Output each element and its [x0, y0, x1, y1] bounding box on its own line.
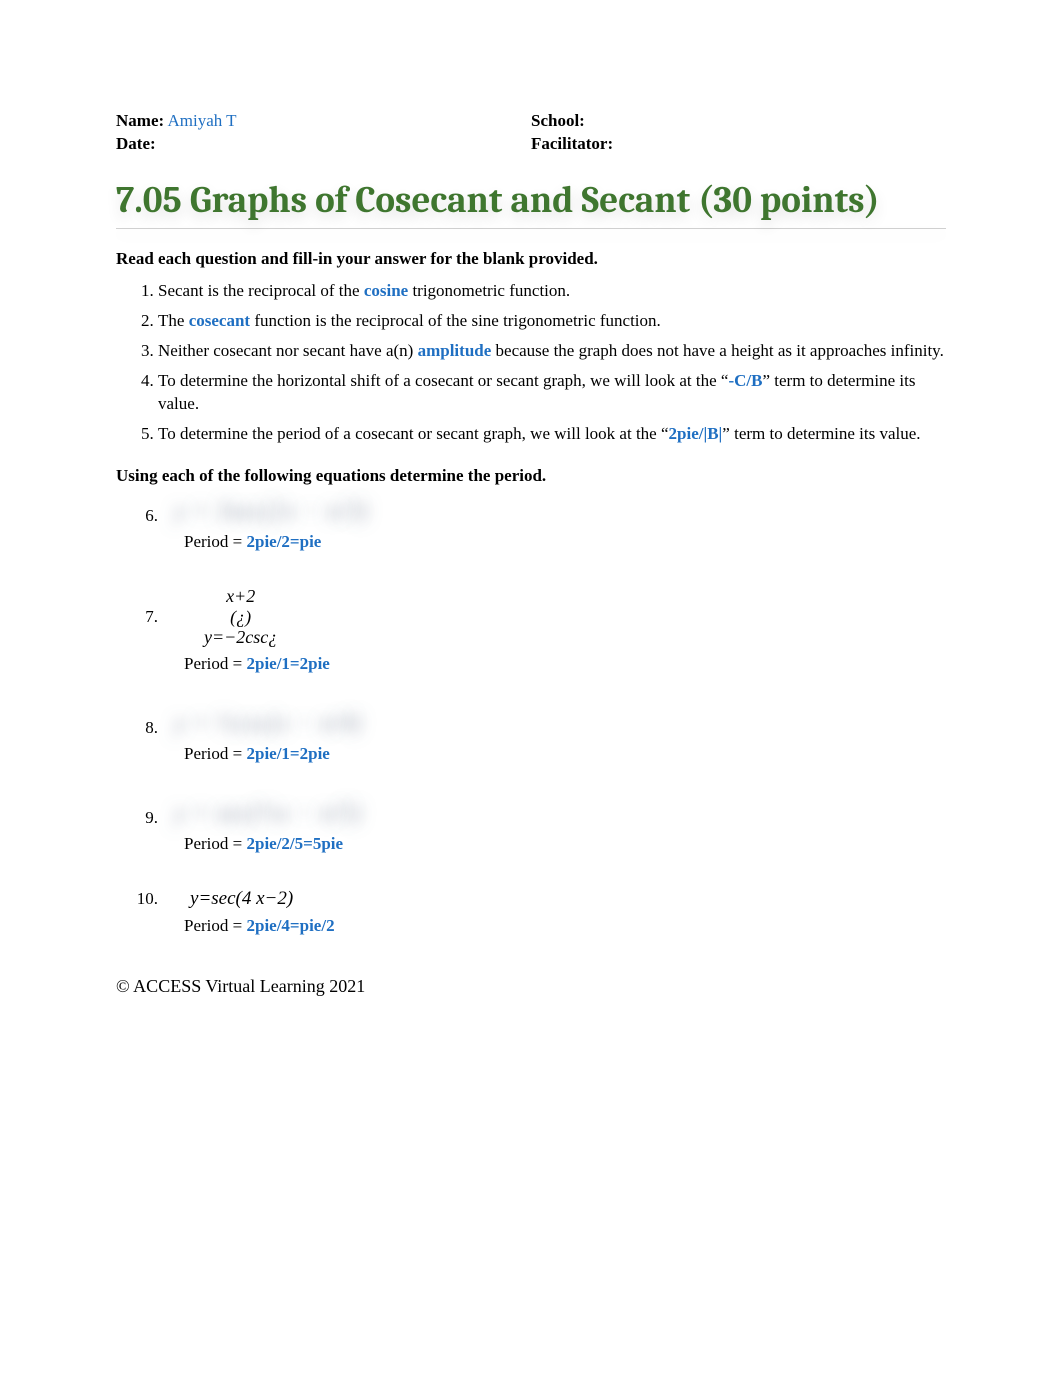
question-number: 10. — [116, 889, 170, 909]
period-line: Period = 2pie/1=2pie — [184, 654, 946, 674]
period-line: Period = 2pie/4=pie/2 — [184, 916, 946, 936]
question-10: 10. y=sec(4 x−2) Period = 2pie/4=pie/2 — [116, 888, 946, 936]
date-line: Date: — [116, 133, 531, 156]
fill-in-answer: -C/B — [728, 371, 762, 390]
fill-in-list: Secant is the reciprocal of the cosine t… — [116, 279, 946, 446]
period-label: Period = — [184, 916, 246, 935]
period-line: Period = 2pie/2=pie — [184, 532, 946, 552]
fill-in-post: function is the reciprocal of the sine t… — [250, 311, 661, 330]
name-label: Name: — [116, 111, 164, 130]
question-row: 6. y = 3sec(2x − π/3) — [116, 496, 946, 526]
question-7: 7. x+2 (¿) y=−2csc¿ Period = 2pie/1=2pie — [116, 586, 946, 674]
name-value: Amiyah T — [167, 111, 236, 130]
eq-bot: y=−2csc¿ — [204, 627, 277, 648]
school-line: School: — [531, 110, 946, 133]
header-right: School: Facilitator: — [531, 110, 946, 156]
eq-mid: (¿) — [204, 607, 277, 628]
instruction-1: Read each question and fill-in your answ… — [116, 249, 946, 269]
fill-in-answer: amplitude — [418, 341, 492, 360]
period-answer: 2pie/1=2pie — [246, 654, 329, 673]
fill-in-answer: 2pie/|B| — [669, 424, 723, 443]
header-row: Name: Amiyah T Date: School: Facilitator… — [116, 110, 946, 156]
name-line: Name: Amiyah T — [116, 110, 531, 133]
question-row: 8. y = ½csc(x − π/4) — [116, 708, 946, 738]
question-6: 6. y = 3sec(2x − π/3) Period = 2pie/2=pi… — [116, 496, 946, 552]
fill-in-post: ” term to determine its value. — [722, 424, 920, 443]
fill-in-item-1: Secant is the reciprocal of the cosine t… — [158, 279, 946, 303]
header-left: Name: Amiyah T Date: — [116, 110, 531, 156]
fill-in-item-4: To determine the horizontal shift of a c… — [158, 369, 946, 417]
fill-in-item-2: The cosecant function is the reciprocal … — [158, 309, 946, 333]
period-answer: 2pie/2/5=5pie — [246, 834, 343, 853]
fill-in-pre: Secant is the reciprocal of the — [158, 281, 364, 300]
title-underline — [116, 228, 946, 229]
fill-in-pre: The — [158, 311, 189, 330]
period-label: Period = — [184, 834, 246, 853]
period-answer: 2pie/2=pie — [246, 532, 321, 551]
period-label: Period = — [184, 744, 246, 763]
fill-in-post: because the graph does not have a height… — [491, 341, 944, 360]
question-row: 10. y=sec(4 x−2) — [116, 888, 946, 910]
blurred-equation: y = ½csc(x − π/4) — [174, 708, 361, 738]
question-8: 8. y = ½csc(x − π/4) Period = 2pie/1=2pi… — [116, 708, 946, 764]
instruction-2: Using each of the following equations de… — [116, 466, 946, 486]
document-page: Name: Amiyah T Date: School: Facilitator… — [0, 0, 1062, 1037]
fill-in-pre: To determine the period of a cosecant or… — [158, 424, 669, 443]
eq-top: x+2 — [204, 586, 277, 607]
question-row: 7. x+2 (¿) y=−2csc¿ — [116, 586, 946, 648]
period-answer: 2pie/4=pie/2 — [246, 916, 334, 935]
page-title: 7.05 Graphs of Cosecant and Secant (30 p… — [116, 178, 946, 224]
facilitator-line: Facilitator: — [531, 133, 946, 156]
equation-text: y=sec(4 x−2) — [190, 888, 293, 910]
period-label: Period = — [184, 654, 246, 673]
equation-stack: x+2 (¿) y=−2csc¿ — [204, 586, 277, 648]
question-row: 9. y = sec(⅔x − π/5) — [116, 798, 946, 828]
period-label: Period = — [184, 532, 246, 551]
period-line: Period = 2pie/2/5=5pie — [184, 834, 946, 854]
copyright-footer: © ACCESS Virtual Learning 2021 — [116, 976, 946, 997]
period-answer: 2pie/1=2pie — [246, 744, 329, 763]
fill-in-answer: cosine — [364, 281, 408, 300]
school-label: School: — [531, 111, 585, 130]
question-number: 9. — [116, 808, 170, 828]
blurred-equation: y = sec(⅔x − π/5) — [174, 798, 361, 828]
question-number: 7. — [116, 607, 170, 627]
fill-in-item-3: Neither cosecant nor secant have a(n) am… — [158, 339, 946, 363]
fill-in-post: trigonometric function. — [408, 281, 570, 300]
fill-in-item-5: To determine the period of a cosecant or… — [158, 422, 946, 446]
question-number: 8. — [116, 718, 170, 738]
question-9: 9. y = sec(⅔x − π/5) Period = 2pie/2/5=5… — [116, 798, 946, 854]
fill-in-answer: cosecant — [189, 311, 250, 330]
date-label: Date: — [116, 134, 156, 153]
fill-in-pre: Neither cosecant nor secant have a(n) — [158, 341, 418, 360]
facilitator-label: Facilitator: — [531, 134, 613, 153]
blurred-equation: y = 3sec(2x − π/3) — [174, 496, 368, 526]
period-line: Period = 2pie/1=2pie — [184, 744, 946, 764]
question-number: 6. — [116, 506, 170, 526]
fill-in-pre: To determine the horizontal shift of a c… — [158, 371, 728, 390]
